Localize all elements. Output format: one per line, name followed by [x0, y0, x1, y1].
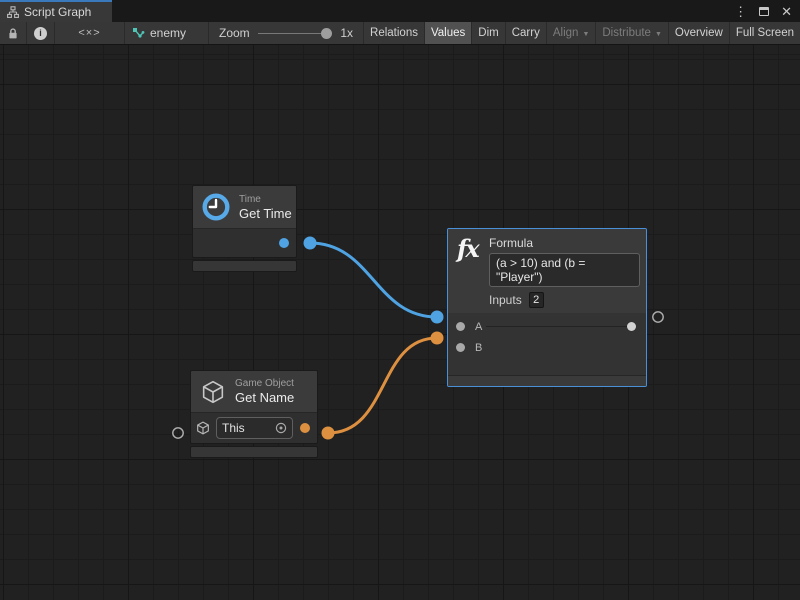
window-menu-icon[interactable]: ⋮: [734, 5, 747, 18]
port-row-a: A: [448, 316, 646, 337]
target-object-value: This: [222, 421, 271, 435]
carry-button[interactable]: Carry: [506, 22, 547, 44]
graph-breadcrumb-icon: [132, 27, 145, 40]
breadcrumb[interactable]: enemy: [125, 22, 209, 44]
formula-input-port-a[interactable]: [456, 322, 465, 331]
node-category: Time: [239, 193, 292, 206]
zoom-slider[interactable]: [258, 27, 333, 39]
port-label-a: A: [475, 321, 482, 333]
breadcrumb-label: enemy: [150, 26, 186, 40]
graph-hierarchy-icon: [7, 6, 19, 18]
wire-name-to-formula-b[interactable]: [328, 338, 437, 433]
distribute-dropdown[interactable]: Distribute ▼: [596, 22, 669, 44]
code-icon: <×>: [78, 27, 100, 39]
chevron-down-icon: ▼: [655, 31, 662, 38]
align-dropdown[interactable]: Align ▼: [547, 22, 597, 44]
relations-button[interactable]: Relations: [364, 22, 425, 44]
wires-layer: [0, 45, 800, 600]
node-footer: [192, 260, 297, 272]
lock-button[interactable]: [0, 22, 27, 44]
object-picker-icon[interactable]: [275, 422, 287, 434]
info-button[interactable]: [27, 22, 55, 44]
formula-fx-icon: fx: [457, 234, 478, 263]
lock-icon: [7, 27, 19, 40]
tab-label: Script Graph: [24, 5, 91, 19]
formula-output-port-idle[interactable]: [653, 312, 663, 322]
dim-button[interactable]: Dim: [472, 22, 505, 44]
port-label-b: B: [475, 342, 482, 354]
wire-time-to-formula-a[interactable]: [310, 243, 437, 317]
window-controls: ⋮ ✕: [734, 0, 792, 22]
title-bar: Script Graph ⋮ ✕: [0, 0, 800, 22]
get-name-input-port-idle[interactable]: [173, 428, 183, 438]
target-object-field[interactable]: This: [216, 417, 293, 439]
graph-toolbar: <×> enemy Zoom 1x Relations Values Dim C…: [0, 22, 800, 45]
wire-endpoint[interactable]: [431, 332, 444, 345]
tab-script-graph[interactable]: Script Graph: [0, 0, 112, 22]
wire-endpoint[interactable]: [322, 427, 335, 440]
node-formula[interactable]: fx Formula (a > 10) and (b = "Player") I…: [447, 228, 647, 387]
node-get-time[interactable]: Time Get Time: [192, 185, 297, 272]
node-category: Game Object: [235, 377, 294, 390]
overview-button[interactable]: Overview: [669, 22, 730, 44]
close-icon[interactable]: ✕: [781, 5, 792, 18]
node-footer: [448, 375, 646, 386]
wire-endpoint[interactable]: [304, 237, 317, 250]
formula-expression-input[interactable]: (a > 10) and (b = "Player"): [489, 253, 640, 287]
node-title: Get Name: [235, 390, 294, 406]
node-get-name[interactable]: Game Object Get Name This: [190, 370, 318, 458]
formula-input-port-b[interactable]: [456, 343, 465, 352]
maximize-icon[interactable]: [759, 7, 769, 16]
get-name-output-port[interactable]: [300, 423, 310, 433]
formula-output-port[interactable]: [627, 322, 636, 331]
clock-icon: [201, 192, 231, 222]
wire-endpoint[interactable]: [431, 311, 444, 324]
get-time-output-port[interactable]: [279, 238, 289, 248]
zoom-slider-handle[interactable]: [321, 28, 332, 39]
info-icon: [34, 27, 47, 40]
port-row-b: B: [448, 337, 646, 358]
inputs-count-field[interactable]: 2: [529, 292, 544, 308]
node-title: Get Time: [239, 206, 292, 222]
node-title: Formula: [489, 234, 638, 253]
cube-icon: [199, 378, 227, 406]
graph-canvas[interactable]: Time Get Time: [0, 45, 800, 600]
code-preview-button[interactable]: <×>: [55, 22, 125, 44]
zoom-slider-track[interactable]: [258, 33, 325, 34]
cube-icon: [195, 420, 211, 436]
values-button[interactable]: Values: [425, 22, 472, 44]
zoom-value: 1x: [340, 26, 353, 40]
inputs-label: Inputs: [489, 293, 522, 307]
zoom-label: Zoom: [219, 26, 250, 40]
node-footer: [190, 446, 318, 458]
relation-line: [486, 326, 629, 327]
chevron-down-icon: ▼: [582, 31, 589, 38]
full-screen-button[interactable]: Full Screen: [730, 22, 800, 44]
zoom-control: Zoom 1x: [209, 22, 364, 44]
script-graph-window: Script Graph ⋮ ✕ <×>: [0, 0, 800, 600]
